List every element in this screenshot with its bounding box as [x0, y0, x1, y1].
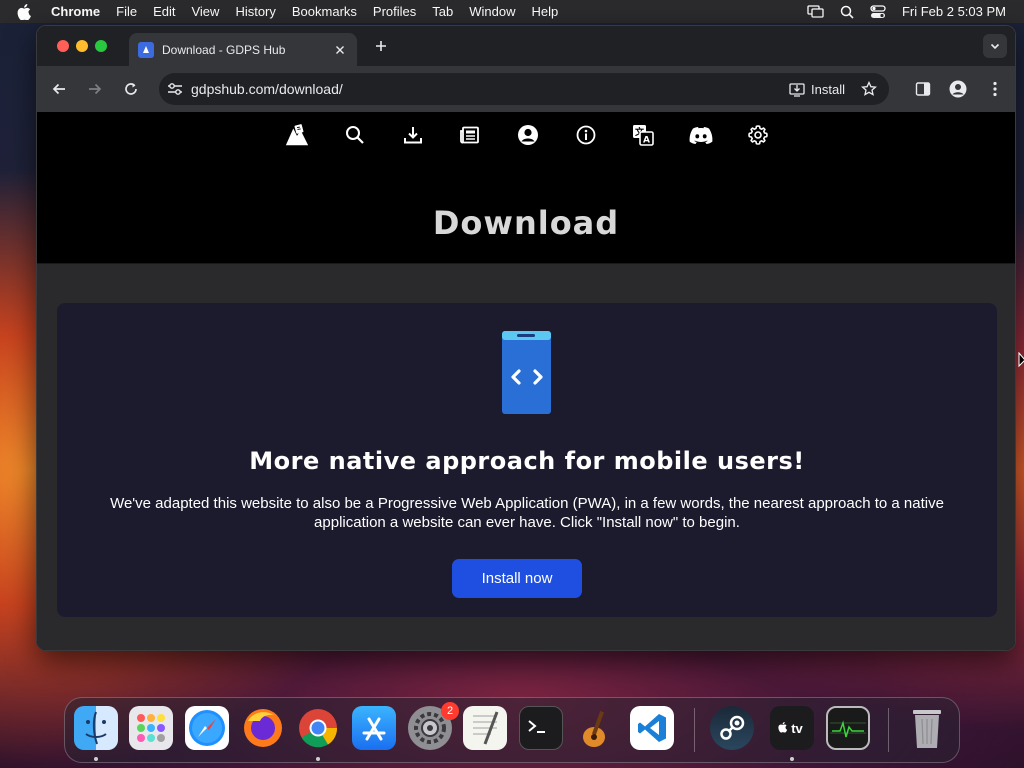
tab-gdps-hub[interactable]: Download - GDPS Hub: [129, 33, 357, 66]
trash-icon[interactable]: [905, 706, 949, 750]
site-nav: 文A: [37, 122, 1015, 152]
web-page: 文A Download More native approach for mob…: [37, 112, 1015, 650]
system-settings-badge: 2: [441, 702, 459, 720]
window-maximize-button[interactable]: [95, 40, 107, 52]
address-bar[interactable]: gdpshub.com/download/ Install: [159, 73, 889, 105]
tab-close-icon[interactable]: [332, 42, 348, 58]
textedit-icon[interactable]: [463, 706, 507, 750]
dock-separator-trash: [888, 708, 889, 752]
install-app-button[interactable]: Install: [789, 82, 845, 97]
browser-window: Download - GDPS Hub gdpshub.com/download…: [36, 25, 1016, 651]
settings-gear-icon[interactable]: [745, 122, 771, 148]
menu-profiles[interactable]: Profiles: [373, 4, 416, 19]
menu-history[interactable]: History: [235, 4, 275, 19]
svg-text:A: A: [643, 136, 650, 146]
garageband-icon[interactable]: [575, 706, 619, 750]
apple-tv-icon[interactable]: tv: [770, 706, 814, 750]
apple-tv-running-indicator: [790, 757, 794, 761]
pwa-info-card: More native approach for mobile users! W…: [57, 303, 997, 617]
site-header: 文A Download: [37, 112, 1015, 264]
apple-menu-icon[interactable]: [17, 3, 35, 20]
dock-separator: [694, 708, 695, 752]
reload-icon[interactable]: [121, 79, 141, 99]
bookmark-star-icon[interactable]: [861, 81, 877, 97]
svg-text:tv: tv: [791, 721, 803, 736]
mobile-code-icon: [502, 331, 551, 414]
tab-title: Download - GDPS Hub: [162, 42, 286, 57]
dock: 2 tv: [64, 697, 960, 763]
news-icon[interactable]: [457, 122, 483, 148]
install-app-label: Install: [811, 81, 845, 97]
steam-icon[interactable]: [710, 706, 754, 750]
safari-icon[interactable]: [185, 706, 229, 750]
control-center-icon[interactable]: [870, 4, 886, 19]
menu-bar: Chrome File Edit View History Bookmarks …: [0, 0, 1024, 23]
search-icon[interactable]: [342, 122, 368, 148]
back-arrow-icon[interactable]: [49, 79, 69, 99]
launchpad-icon[interactable]: [129, 706, 173, 750]
menu-bookmarks[interactable]: Bookmarks: [292, 4, 357, 19]
visual-studio-code-icon[interactable]: [630, 706, 674, 750]
menu-help[interactable]: Help: [532, 4, 559, 19]
spotlight-search-icon[interactable]: [840, 5, 854, 19]
menu-bar-clock[interactable]: Fri Feb 2 5:03 PM: [902, 4, 1006, 19]
gdps-hub-favicon-icon: [138, 41, 154, 58]
translate-icon[interactable]: 文A: [630, 122, 656, 148]
menu-view[interactable]: View: [191, 4, 219, 19]
site-info-icon[interactable]: [167, 82, 183, 96]
info-icon[interactable]: [573, 122, 599, 148]
card-description: We've adapted this website to also be a …: [110, 495, 944, 531]
menu-tab[interactable]: Tab: [432, 4, 453, 19]
menu-file[interactable]: File: [116, 4, 137, 19]
discord-icon[interactable]: [688, 122, 714, 148]
firefox-icon[interactable]: [241, 706, 285, 750]
download-icon[interactable]: [400, 122, 426, 148]
install-app-icon: [789, 82, 805, 97]
install-now-button[interactable]: Install now: [452, 559, 582, 598]
tab-search-chevron-icon[interactable]: [983, 34, 1007, 58]
window-minimize-button[interactable]: [76, 40, 88, 52]
profile-avatar-icon[interactable]: [948, 79, 968, 99]
screen-mirroring-icon[interactable]: [807, 4, 824, 19]
mouse-cursor-icon: [1018, 352, 1024, 368]
menu-edit[interactable]: Edit: [153, 4, 175, 19]
side-panel-icon[interactable]: [913, 79, 933, 99]
terminal-icon[interactable]: [519, 706, 563, 750]
account-icon[interactable]: [515, 122, 541, 148]
menu-app-name[interactable]: Chrome: [51, 4, 100, 19]
forward-arrow-icon[interactable]: [85, 79, 105, 99]
google-chrome-icon[interactable]: [296, 706, 340, 750]
new-tab-icon[interactable]: [373, 38, 389, 54]
card-heading: More native approach for mobile users!: [249, 447, 805, 475]
page-title: Download: [432, 204, 620, 242]
browser-toolbar: gdpshub.com/download/ Install: [37, 66, 1015, 112]
browser-menu-kebab-icon[interactable]: [985, 79, 1005, 99]
tab-strip: Download - GDPS Hub: [37, 26, 1015, 66]
url-text[interactable]: gdpshub.com/download/: [191, 81, 789, 97]
finder-icon[interactable]: [74, 706, 118, 750]
app-store-icon[interactable]: [352, 706, 396, 750]
gdps-hub-logo-icon[interactable]: [284, 122, 310, 148]
window-close-button[interactable]: [57, 40, 69, 52]
activity-monitor-icon[interactable]: [826, 706, 870, 750]
chrome-running-indicator: [316, 757, 320, 761]
menu-window[interactable]: Window: [469, 4, 515, 19]
finder-running-indicator: [94, 757, 98, 761]
